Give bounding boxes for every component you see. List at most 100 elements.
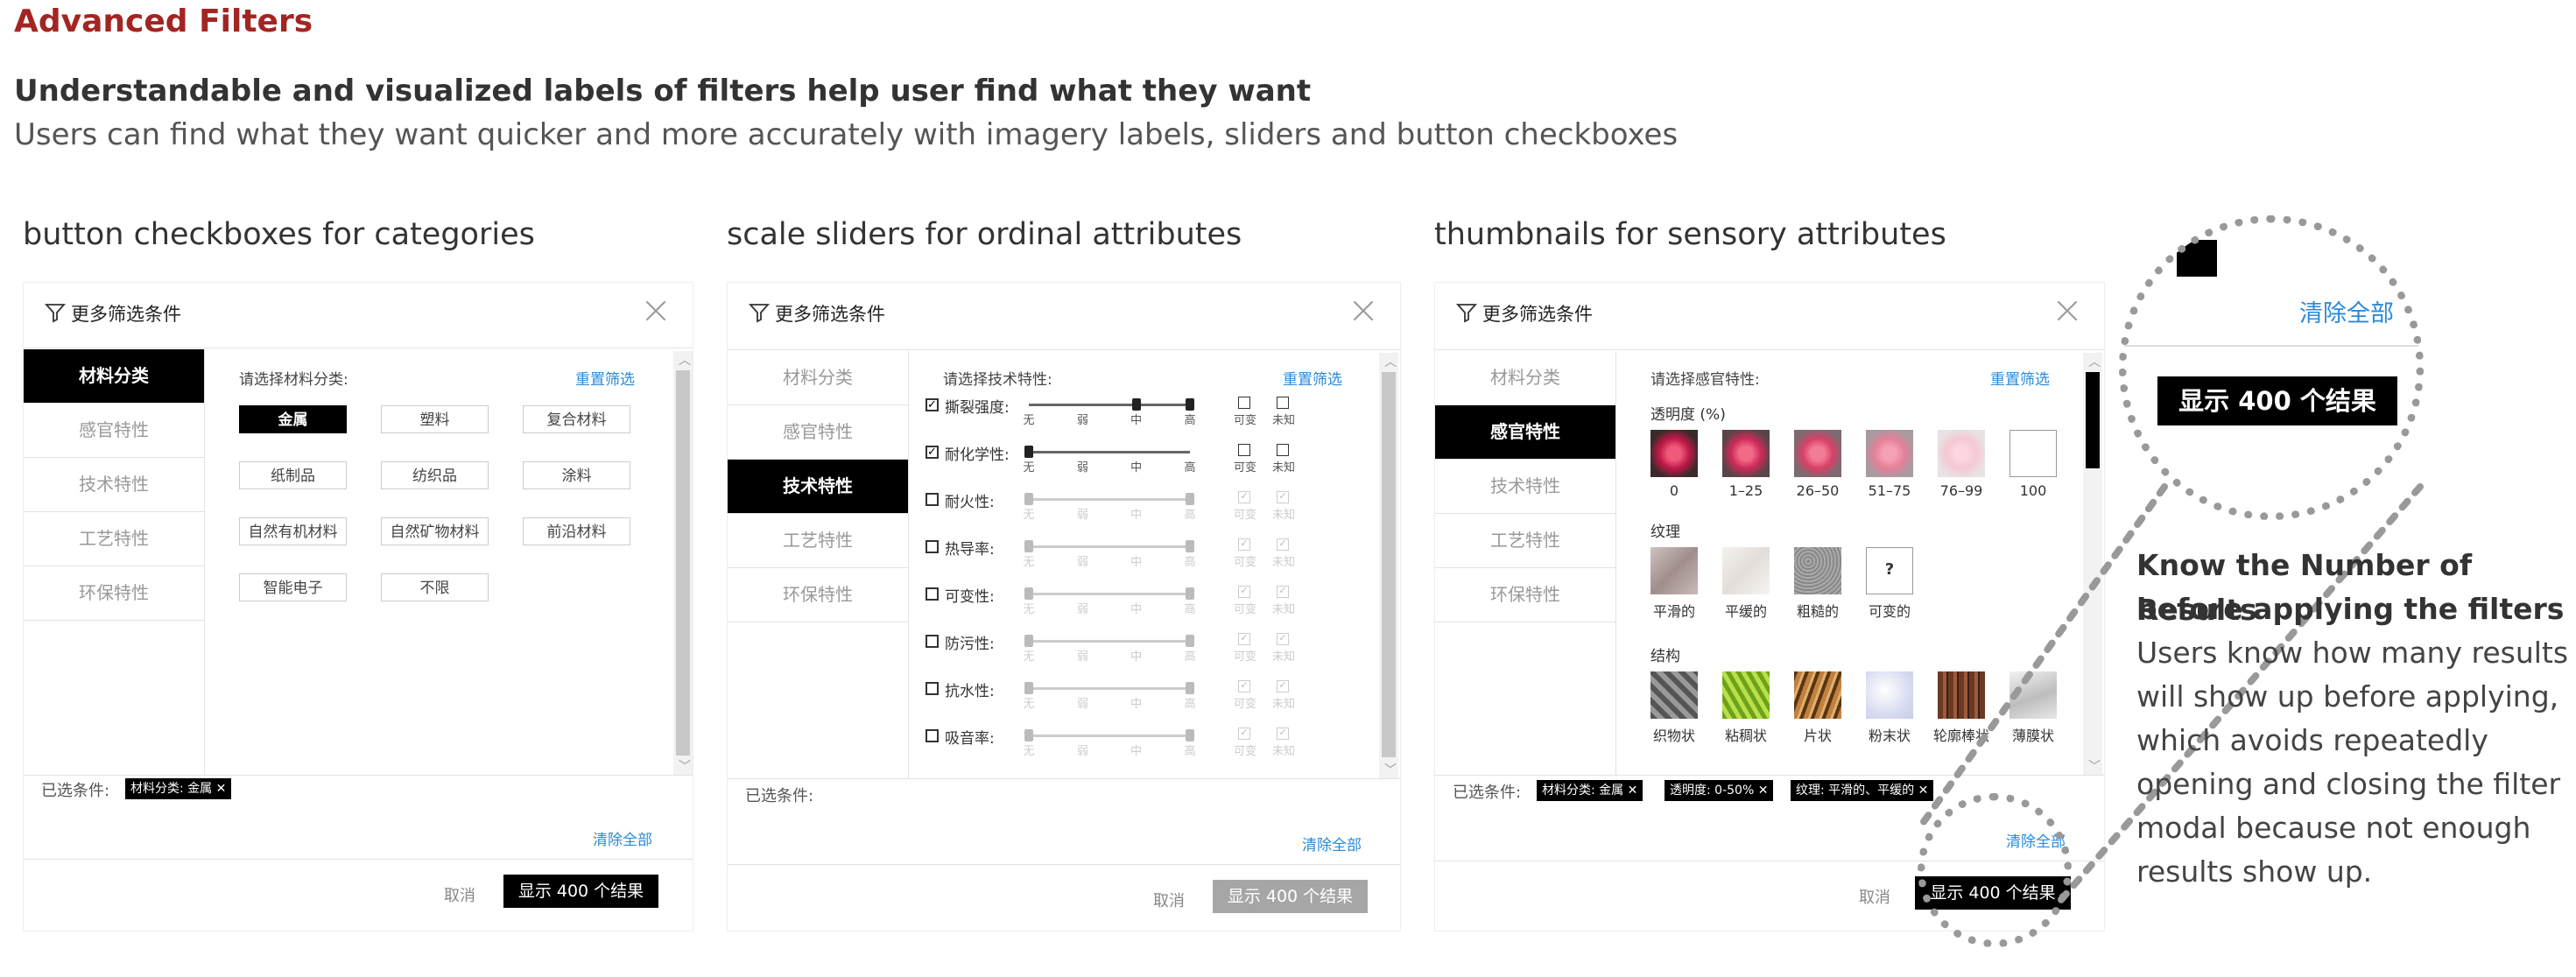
scroll-up-icon[interactable]: ︿ [1384, 353, 1397, 370]
slider-handle[interactable] [1131, 398, 1141, 411]
transparency-thumb-0[interactable] [1650, 430, 1698, 477]
slider-handle[interactable] [1024, 682, 1033, 694]
slider-handle[interactable] [1186, 635, 1194, 647]
transparency-thumb-2[interactable] [1794, 430, 1841, 477]
scroll-down-icon[interactable]: ﹀ [679, 757, 691, 775]
slider-row-checkbox[interactable] [926, 493, 939, 506]
category-option[interactable]: 不限 [381, 573, 489, 601]
structure-thumb-viscous[interactable] [1722, 671, 1770, 719]
category-option[interactable]: 自然矿物材料 [381, 517, 489, 545]
slider-row-checkbox[interactable]: ✓ [926, 398, 939, 411]
slider-handle[interactable] [1186, 398, 1194, 411]
category-option[interactable]: 金属 [239, 405, 347, 433]
slider-extra-checkbox[interactable] [1277, 397, 1289, 409]
category-option[interactable]: 智能电子 [239, 573, 347, 601]
slider-row-checkbox[interactable] [926, 540, 939, 553]
sidebar-item-sensory[interactable]: 感官特性 [24, 404, 204, 458]
slider-handle[interactable] [1024, 493, 1033, 505]
structure-thumb-powder[interactable] [1866, 671, 1913, 719]
slider-handle[interactable] [1024, 729, 1033, 742]
slider-extra-checkbox[interactable]: ✓ [1238, 633, 1250, 645]
slider-track[interactable] [1029, 687, 1190, 690]
category-option[interactable]: 复合材料 [523, 405, 630, 433]
slider-handle[interactable] [1186, 540, 1194, 552]
scrollbar[interactable]: ︿ ﹀ [673, 351, 693, 775]
sidebar-item-material[interactable]: 材料分类 [24, 349, 204, 404]
sidebar-item-technical[interactable]: 技术特性 [24, 458, 204, 512]
slider-handle[interactable] [1024, 635, 1033, 647]
clear-all-link[interactable]: 清除全部 [1302, 833, 1362, 854]
slider-extra-checkbox[interactable]: ✓ [1238, 586, 1250, 598]
slider-extra-checkbox[interactable] [1238, 444, 1250, 456]
slider-extra-checkbox[interactable] [1277, 444, 1289, 456]
reset-filter-link[interactable]: 重置筛选 [1283, 367, 1342, 389]
close-icon[interactable] [1351, 299, 1376, 323]
slider-track[interactable] [1029, 404, 1190, 406]
slider-track[interactable] [1029, 640, 1190, 643]
slider-extra-checkbox[interactable]: ✓ [1238, 491, 1250, 503]
texture-thumb-rough[interactable] [1794, 547, 1841, 594]
cancel-button[interactable]: 取消 [1153, 889, 1185, 911]
category-option[interactable]: 纺织品 [381, 461, 489, 489]
selected-tag[interactable]: 材料分类: 金属 ✕ [125, 778, 232, 799]
show-results-button[interactable]: 显示 400 个结果 [1213, 880, 1368, 913]
selected-tag[interactable]: 透明度: 0-50% ✕ [1665, 780, 1774, 801]
sidebar-item-craft[interactable]: 工艺特性 [24, 512, 204, 566]
selected-tag[interactable]: 材料分类: 金属 ✕ [1537, 780, 1643, 801]
slider-extra-checkbox[interactable] [1238, 397, 1250, 409]
slider-row-checkbox[interactable] [926, 682, 939, 695]
slider-track[interactable] [1029, 735, 1190, 737]
slider-extra-checkbox[interactable]: ✓ [1277, 680, 1289, 692]
structure-thumb-sheet[interactable] [1794, 671, 1841, 719]
slider-handle[interactable] [1024, 587, 1033, 600]
slider-handle[interactable] [1186, 587, 1194, 600]
texture-thumb-smooth[interactable] [1650, 547, 1698, 594]
slider-row-checkbox[interactable] [926, 729, 939, 742]
sidebar-item-sensory[interactable]: 感官特性 [1435, 405, 1615, 460]
texture-thumb-gentle[interactable] [1722, 547, 1770, 594]
slider-handle[interactable] [1186, 493, 1194, 505]
slider-track[interactable] [1029, 451, 1190, 453]
category-option[interactable]: 前沿材料 [523, 517, 630, 545]
show-results-button[interactable]: 显示 400 个结果 [503, 875, 658, 908]
slider-extra-checkbox[interactable]: ✓ [1238, 727, 1250, 740]
transparency-thumb-1[interactable] [1722, 430, 1770, 477]
scroll-up-icon[interactable]: ︿ [679, 351, 691, 369]
cancel-button[interactable]: 取消 [1859, 885, 1890, 908]
sidebar-item-eco[interactable]: 环保特性 [1435, 568, 1615, 622]
scrollbar[interactable]: ︿ ﹀ [1379, 353, 1398, 778]
scroll-down-icon[interactable]: ﹀ [1384, 761, 1397, 778]
sidebar-item-eco[interactable]: 环保特性 [24, 566, 204, 621]
texture-thumb-variable[interactable]: ? [1866, 547, 1913, 594]
category-option[interactable]: 塑料 [381, 405, 489, 433]
close-icon[interactable] [644, 299, 668, 323]
cancel-button[interactable]: 取消 [444, 883, 475, 906]
clear-all-link[interactable]: 清除全部 [593, 827, 652, 849]
slider-extra-checkbox[interactable]: ✓ [1277, 491, 1289, 503]
category-option[interactable]: 自然有机材料 [239, 517, 347, 545]
structure-thumb-fabric[interactable] [1650, 671, 1698, 719]
slider-row-checkbox[interactable] [926, 635, 939, 648]
transparency-thumb-3[interactable] [1866, 430, 1913, 477]
slider-extra-checkbox[interactable]: ✓ [1277, 586, 1289, 598]
slider-handle[interactable] [1024, 540, 1033, 552]
slider-extra-checkbox[interactable]: ✓ [1277, 538, 1289, 551]
slider-extra-checkbox[interactable]: ✓ [1277, 633, 1289, 645]
slider-handle[interactable] [1186, 682, 1194, 694]
reset-filter-link[interactable]: 重置筛选 [575, 367, 635, 389]
category-option[interactable]: 涂料 [523, 461, 630, 489]
slider-track[interactable] [1029, 545, 1190, 548]
slider-extra-checkbox[interactable]: ✓ [1238, 538, 1250, 551]
slider-row-checkbox[interactable]: ✓ [926, 446, 939, 459]
slider-track[interactable] [1029, 498, 1190, 501]
category-option[interactable]: 纸制品 [239, 461, 347, 489]
slider-row-checkbox[interactable] [926, 587, 939, 601]
slider-handle[interactable] [1024, 446, 1033, 458]
slider-track[interactable] [1029, 593, 1190, 595]
sidebar-item-technical[interactable]: 技术特性 [1435, 460, 1615, 514]
close-icon[interactable] [2055, 299, 2080, 323]
slider-handle[interactable] [1186, 729, 1194, 742]
slider-extra-checkbox[interactable]: ✓ [1238, 680, 1250, 692]
sidebar-item-craft[interactable]: 工艺特性 [1435, 514, 1615, 568]
sidebar-item-material[interactable]: 材料分类 [1435, 351, 1615, 405]
